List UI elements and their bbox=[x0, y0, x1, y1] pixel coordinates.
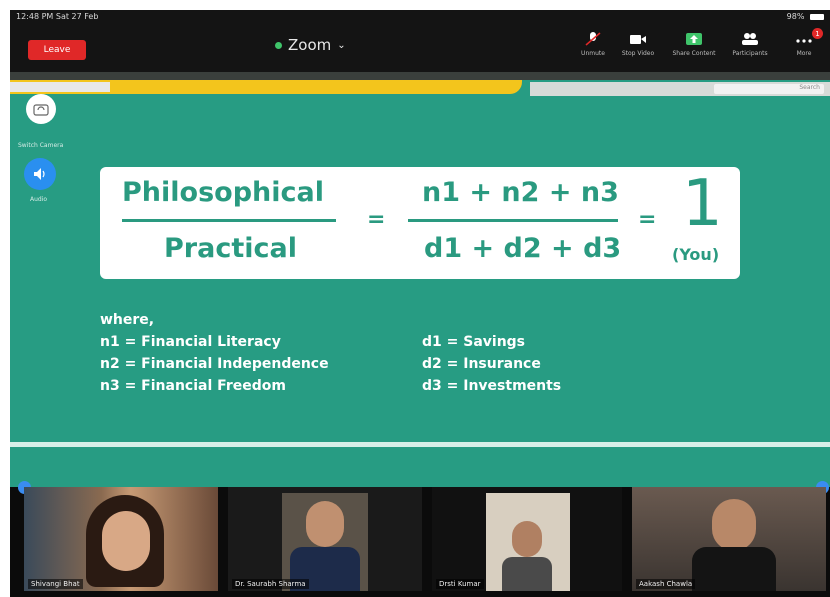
meeting-toolbar: 12:48 PM Sat 27 Feb 98% Leave Zoom ⌄ Unm… bbox=[10, 10, 830, 72]
stop-video-label: Stop Video bbox=[621, 50, 655, 57]
audio-label: Audio bbox=[30, 196, 48, 203]
participant-name: Dr. Saurabh Sharma bbox=[232, 579, 309, 589]
share-content-button[interactable]: Share Content bbox=[666, 32, 722, 68]
where-label: where, bbox=[100, 312, 155, 328]
shared-screen: Search Switch Camera Audio Philosophical… bbox=[10, 72, 830, 442]
shared-window-titlebar bbox=[10, 72, 830, 80]
status-time: 12:48 PM Sat 27 Feb bbox=[16, 12, 99, 21]
leave-button[interactable]: Leave bbox=[28, 40, 86, 60]
participant-face bbox=[102, 511, 150, 571]
more-icon bbox=[796, 39, 812, 43]
definition-d3: d3 = Investments bbox=[422, 378, 562, 394]
switch-camera-label: Switch Camera bbox=[18, 142, 64, 149]
denominator-right: d1 + d2 + d3 bbox=[424, 233, 622, 264]
zoom-title-dropdown[interactable]: Zoom ⌄ bbox=[275, 36, 346, 54]
participants-icon bbox=[742, 33, 758, 45]
result-note: (You) bbox=[672, 245, 720, 264]
definition-n2: n2 = Financial Independence bbox=[100, 356, 329, 372]
participant-name: Drsti Kumar bbox=[436, 579, 484, 589]
notification-badge: 1 bbox=[812, 28, 823, 39]
video-camera-icon bbox=[630, 35, 646, 44]
participants-label: Participants bbox=[732, 50, 768, 57]
stop-video-button[interactable]: Stop Video bbox=[610, 32, 666, 68]
denominator-left: Practical bbox=[164, 233, 297, 264]
participant-name: Shivangi Bhat bbox=[28, 579, 83, 589]
definition-n1: n1 = Financial Literacy bbox=[100, 334, 281, 350]
participants-button[interactable]: Participants bbox=[722, 32, 778, 68]
speaker-icon bbox=[34, 168, 45, 180]
zoom-app-window: 12:48 PM Sat 27 Feb 98% Leave Zoom ⌄ Unm… bbox=[10, 10, 830, 597]
share-content-label: Share Content bbox=[672, 50, 716, 57]
more-button[interactable]: More 1 bbox=[776, 28, 830, 68]
participant-gallery: Shivangi Bhat Dr. Saurabh Sharma Drsti K… bbox=[10, 481, 830, 597]
battery-icon bbox=[810, 13, 824, 20]
browser-search-field: Search bbox=[714, 84, 824, 94]
participant-shirt bbox=[692, 547, 776, 591]
switch-camera-button[interactable] bbox=[26, 94, 56, 124]
shared-window-toolbar bbox=[10, 82, 110, 92]
participant-tile[interactable]: Aakash Chawla bbox=[632, 487, 826, 591]
definition-n3: n3 = Financial Freedom bbox=[100, 378, 286, 394]
participant-face bbox=[306, 501, 344, 547]
fraction-bar-right bbox=[408, 219, 618, 222]
result-value: 1 bbox=[682, 167, 723, 241]
battery-level: 98% bbox=[786, 12, 805, 21]
participant-tile[interactable]: Drsti Kumar bbox=[432, 487, 622, 591]
participant-face bbox=[712, 499, 756, 551]
equals-sign-2: = bbox=[638, 207, 657, 232]
participant-shirt bbox=[502, 557, 552, 591]
share-screen-icon bbox=[686, 33, 702, 45]
status-indicators: 98% bbox=[787, 12, 824, 21]
equals-sign-1: = bbox=[367, 207, 386, 232]
participant-tile[interactable]: Dr. Saurabh Sharma bbox=[228, 487, 422, 591]
definition-d1: d1 = Savings bbox=[422, 334, 526, 350]
fraction-bar-left bbox=[122, 219, 336, 222]
slide-footer bbox=[10, 447, 830, 487]
chevron-down-icon: ⌄ bbox=[337, 39, 346, 51]
participant-tile[interactable]: Shivangi Bhat bbox=[24, 487, 218, 591]
participant-face bbox=[512, 521, 542, 557]
numerator-right: n1 + n2 + n3 bbox=[422, 177, 619, 208]
audio-button[interactable] bbox=[24, 158, 56, 190]
participant-name: Aakash Chawla bbox=[636, 579, 696, 589]
definition-d2: d2 = Insurance bbox=[422, 356, 541, 372]
app-title: Zoom bbox=[288, 36, 332, 54]
security-shield-icon bbox=[275, 41, 282, 49]
numerator-left: Philosophical bbox=[122, 177, 324, 208]
unmute-label: Unmute bbox=[581, 50, 605, 57]
browser-toolbar: Search bbox=[530, 82, 830, 96]
formula-card: Philosophical Practical = n1 + n2 + n3 d… bbox=[100, 167, 740, 279]
microphone-muted-icon bbox=[585, 32, 601, 46]
more-label: More bbox=[796, 50, 812, 57]
switch-camera-icon bbox=[33, 104, 49, 116]
